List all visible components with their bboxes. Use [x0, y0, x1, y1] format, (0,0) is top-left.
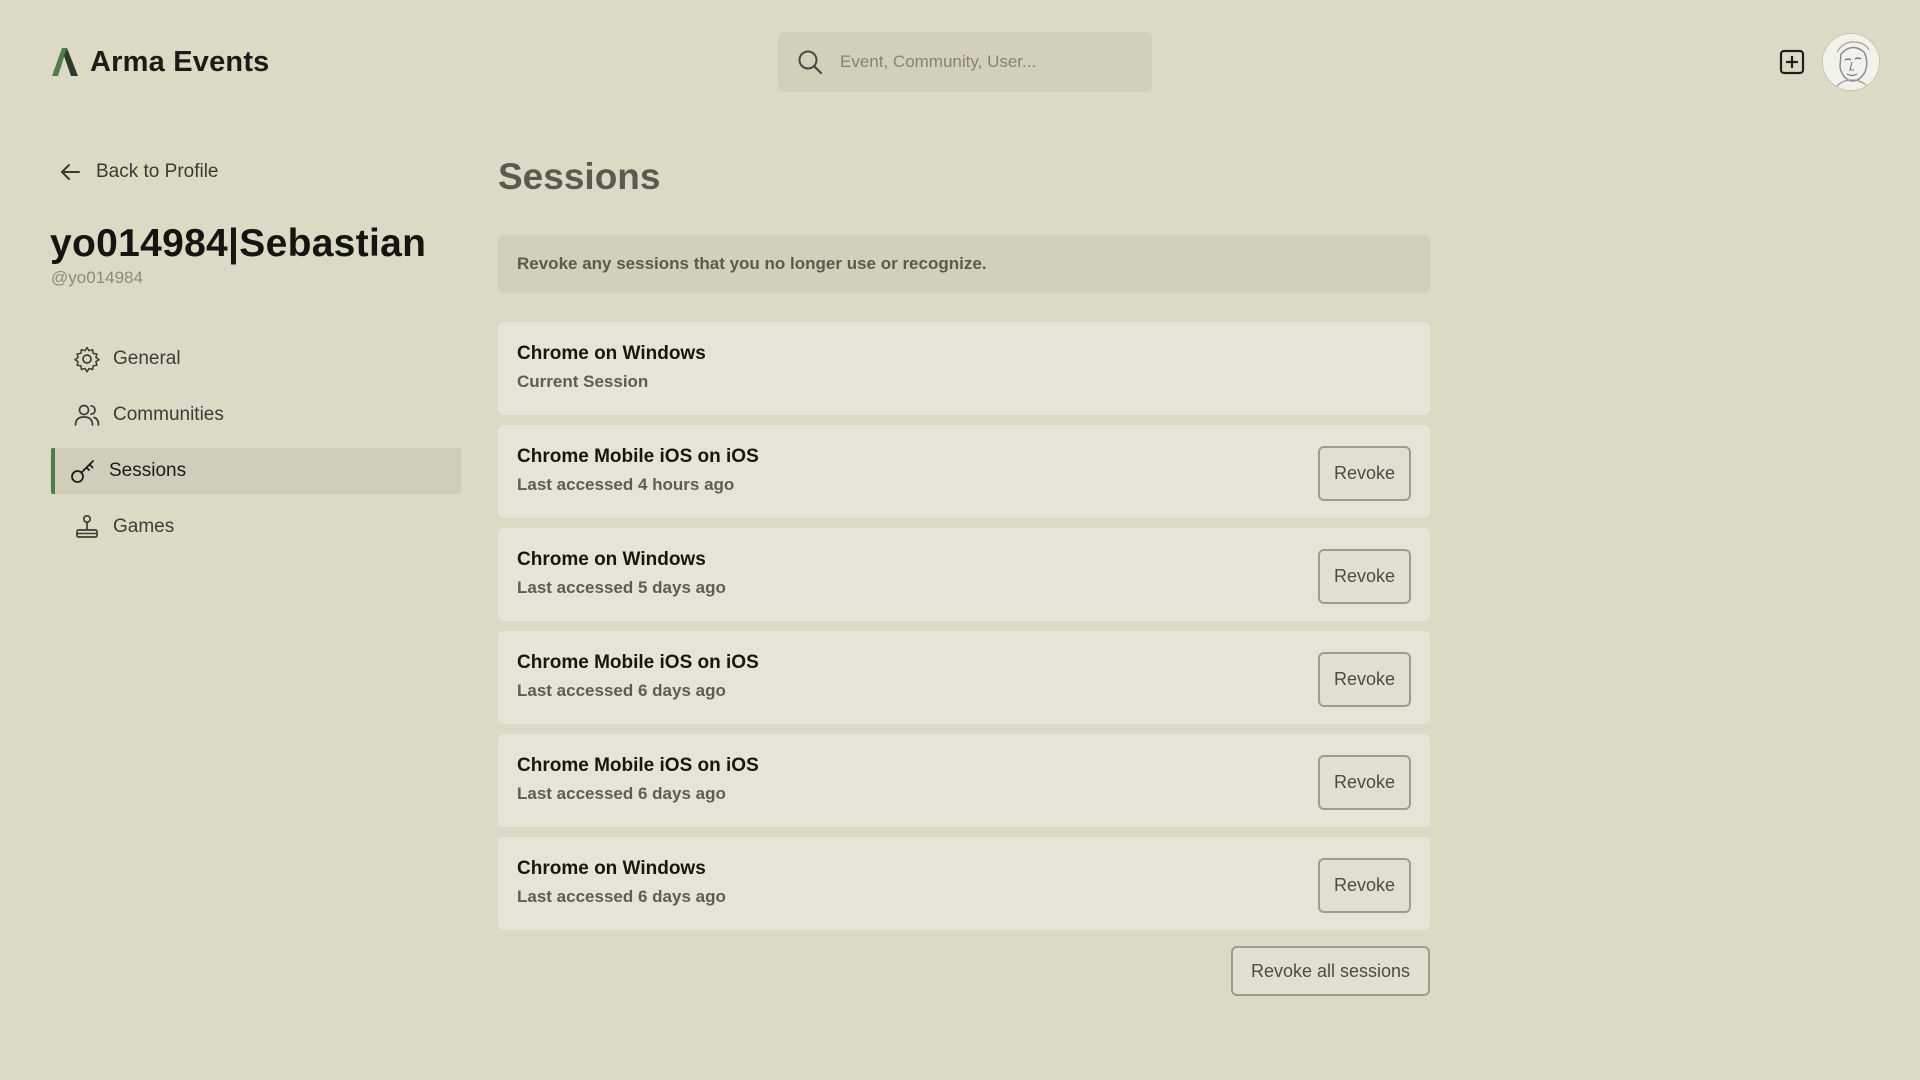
sidebar-item-label: General — [113, 348, 181, 369]
revoke-button[interactable]: Revoke — [1318, 755, 1411, 810]
session-device: Chrome Mobile iOS on iOS — [517, 446, 759, 467]
session-device: Chrome Mobile iOS on iOS — [517, 652, 759, 673]
joystick-icon — [76, 514, 98, 538]
sessions-list: Chrome on Windows Current Session Chrome… — [498, 322, 1430, 940]
session-last-accessed: Last accessed 6 days ago — [517, 887, 726, 906]
sidebar-item-communities[interactable]: Communities — [51, 392, 461, 438]
session-device: Chrome on Windows — [517, 858, 706, 879]
sidebar-item-label: Communities — [113, 404, 224, 425]
search-box[interactable] — [778, 32, 1152, 92]
arma-logo-icon — [52, 48, 78, 76]
back-to-profile-label: Back to Profile — [96, 161, 219, 182]
revoke-button[interactable]: Revoke — [1318, 446, 1411, 501]
sidebar-item-general[interactable]: General — [51, 336, 461, 382]
session-last-accessed: Last accessed 4 hours ago — [517, 475, 735, 494]
session-card: Chrome on Windows Last accessed 5 days a… — [498, 528, 1430, 621]
session-card: Chrome on Windows Last accessed 6 days a… — [498, 837, 1430, 930]
session-last-accessed: Last accessed 6 days ago — [517, 784, 726, 803]
page-title: Sessions — [498, 156, 661, 197]
session-card: Chrome Mobile iOS on iOS Last accessed 4… — [498, 425, 1430, 518]
sessions-notice: Revoke any sessions that you no longer u… — [498, 235, 1430, 293]
brand-link[interactable]: Arma Events — [50, 45, 270, 79]
sidebar-item-label: Sessions — [109, 460, 187, 481]
revoke-all-sessions-button[interactable]: Revoke all sessions — [1231, 946, 1430, 996]
session-device: Chrome on Windows — [517, 549, 706, 570]
session-last-accessed: Last accessed 5 days ago — [517, 578, 726, 597]
gear-icon — [74, 346, 100, 373]
settings-nav: General Communities Sessions Games — [51, 336, 461, 560]
profile-handle: @yo014984 — [51, 268, 143, 287]
back-to-profile-link[interactable]: Back to Profile — [58, 160, 219, 184]
session-card: Chrome Mobile iOS on iOS Last accessed 6… — [498, 734, 1430, 827]
session-status: Current Session — [517, 372, 649, 391]
revoke-button[interactable]: Revoke — [1318, 858, 1411, 913]
sidebar-item-sessions[interactable]: Sessions — [51, 448, 461, 494]
key-icon — [71, 460, 94, 483]
session-last-accessed: Last accessed 6 days ago — [517, 681, 726, 700]
search-input[interactable] — [840, 52, 1140, 72]
sidebar-item-label: Games — [113, 516, 175, 537]
session-device: Chrome on Windows — [517, 343, 706, 364]
search-icon — [798, 50, 823, 75]
revoke-button[interactable]: Revoke — [1318, 652, 1411, 707]
session-device: Chrome Mobile iOS on iOS — [517, 755, 759, 776]
top-bar: Arma Events — [0, 0, 1920, 124]
avatar-portrait-icon — [1823, 34, 1879, 90]
add-icon[interactable] — [1778, 48, 1806, 76]
users-icon — [74, 404, 100, 426]
revoke-button[interactable]: Revoke — [1318, 549, 1411, 604]
brand-name: Arma Events — [90, 45, 270, 78]
arrow-left-icon — [61, 164, 80, 180]
profile-display-name: yo014984|Sebastian — [50, 222, 427, 265]
session-card-current: Chrome on Windows Current Session — [498, 322, 1430, 415]
sidebar-item-games[interactable]: Games — [51, 504, 461, 550]
session-card: Chrome Mobile iOS on iOS Last accessed 6… — [498, 631, 1430, 724]
avatar[interactable] — [1822, 33, 1880, 91]
